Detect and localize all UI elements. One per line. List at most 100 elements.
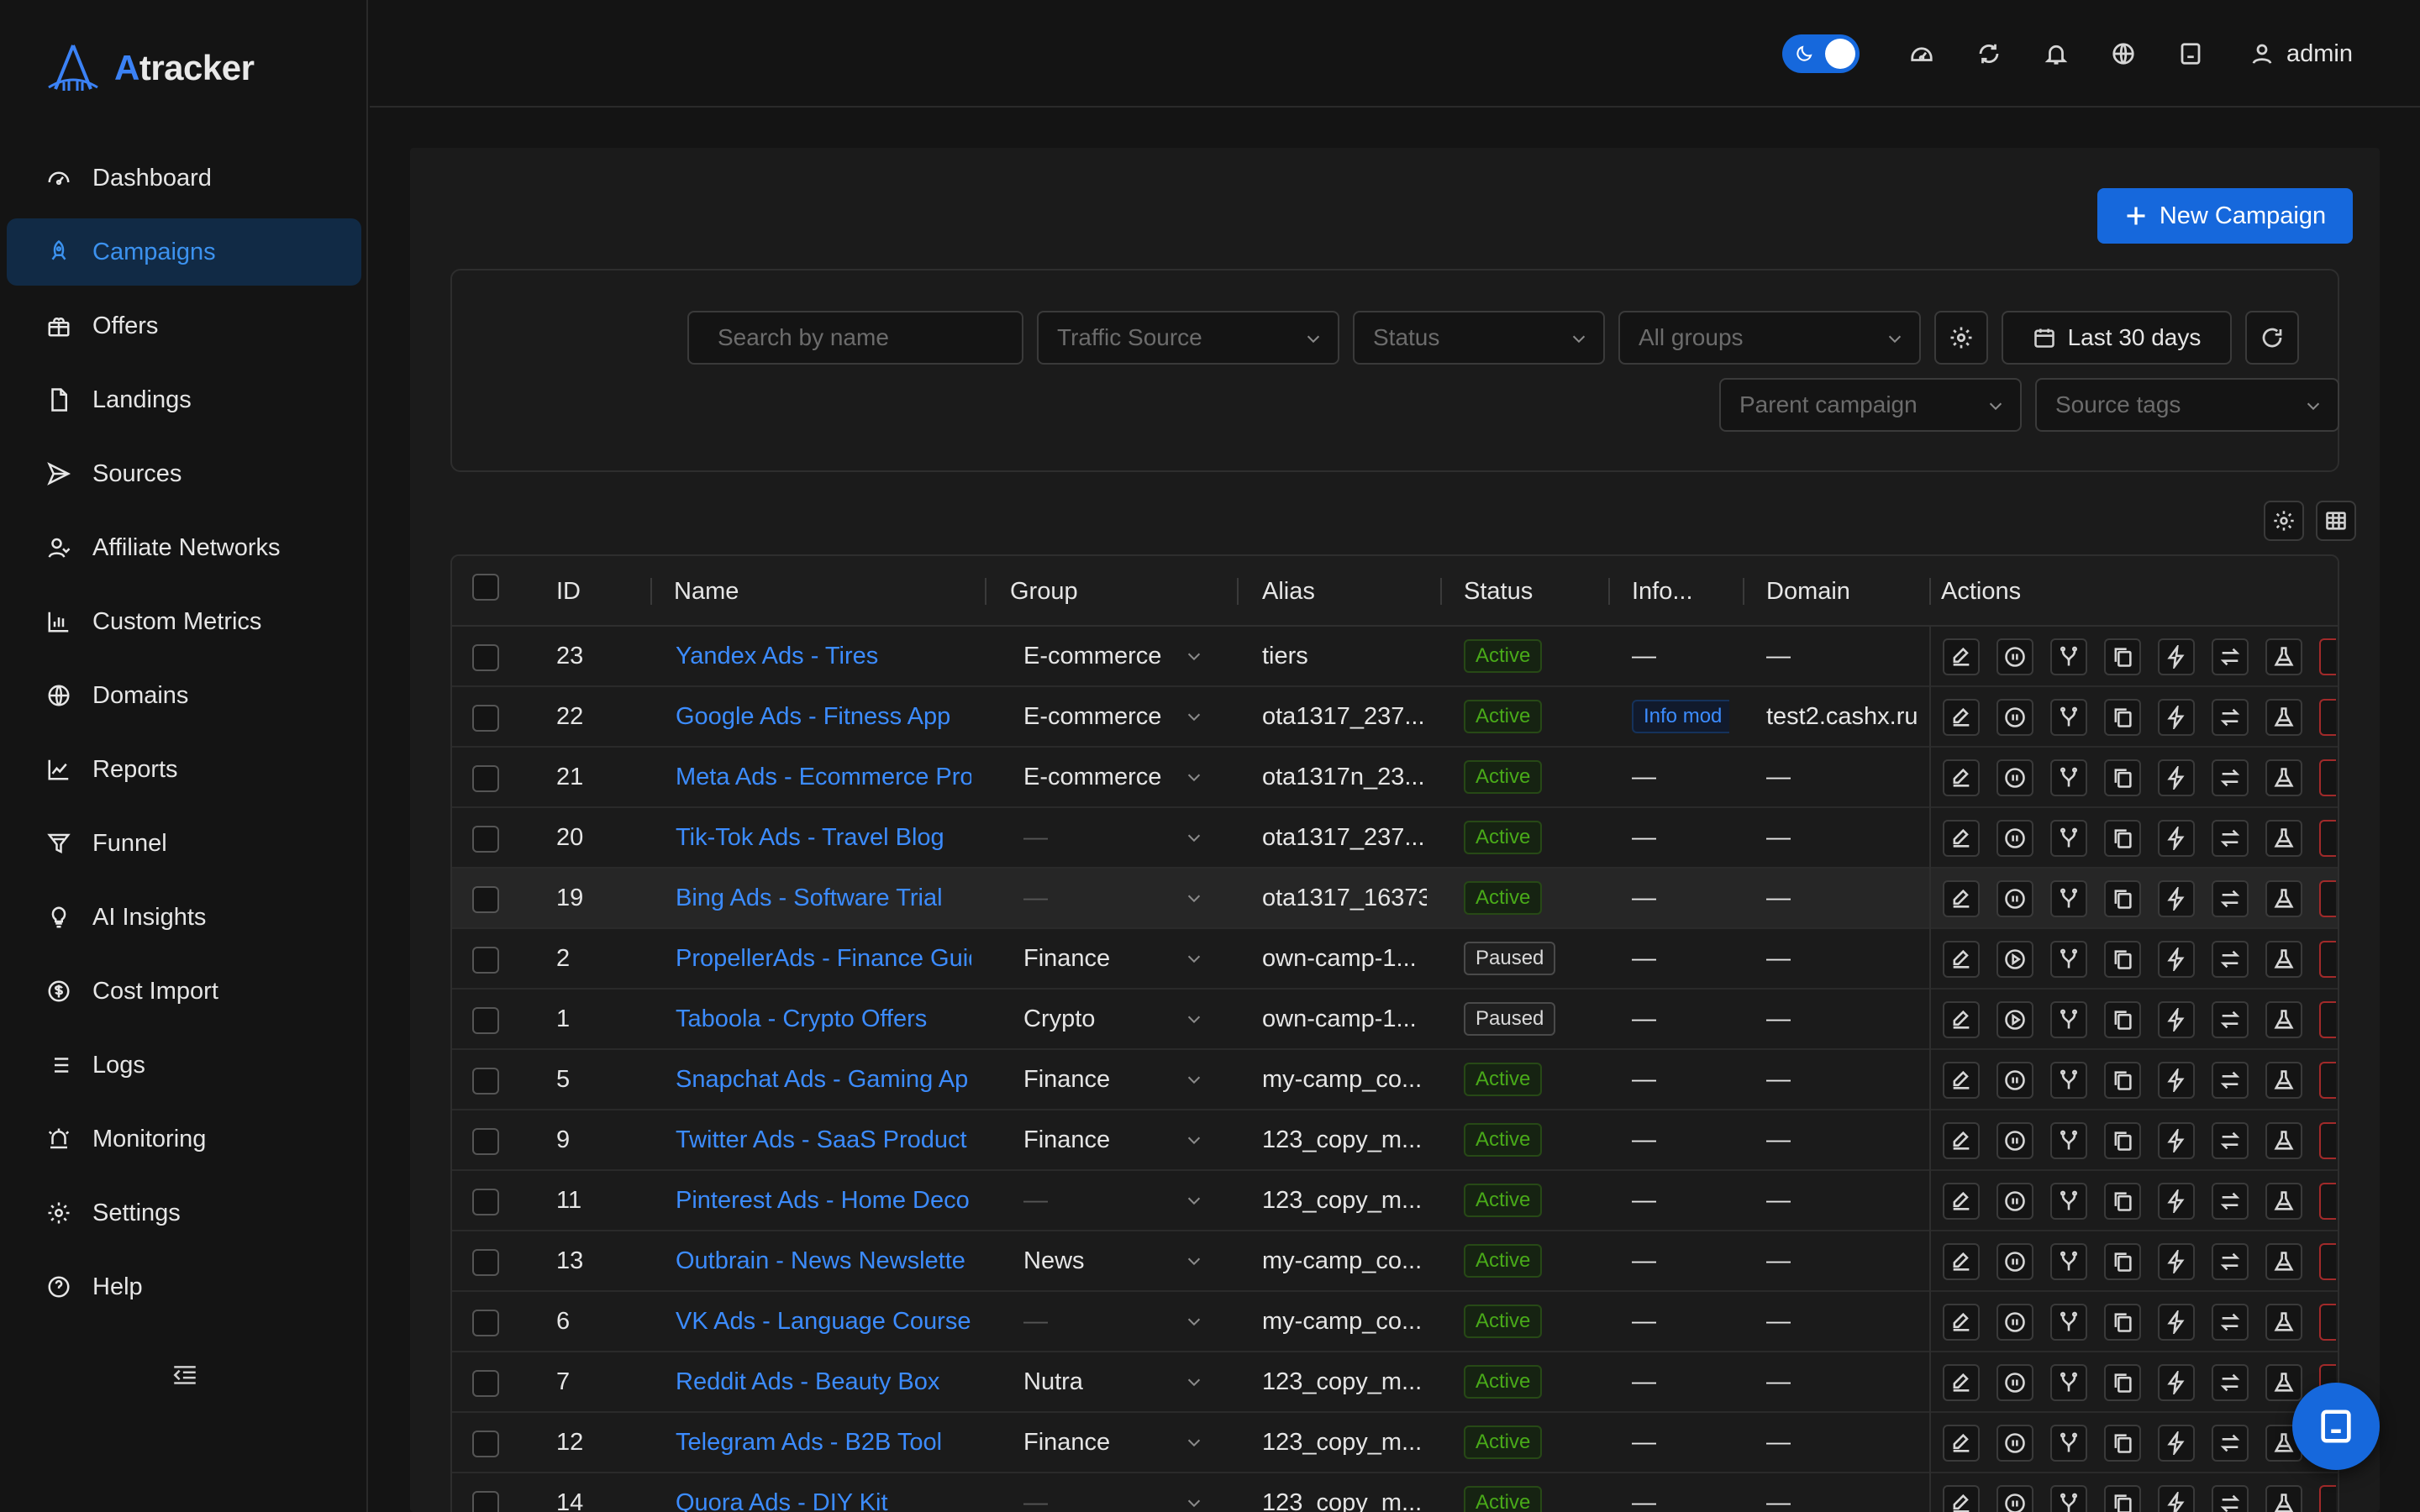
date-range-button[interactable]: Last 30 days: [2002, 311, 2232, 365]
postback-button[interactable]: [2158, 1364, 2195, 1401]
group-select[interactable]: E-commerce: [1023, 687, 1175, 746]
swap-button[interactable]: [2212, 1062, 2249, 1099]
group-select[interactable]: Finance: [1023, 1413, 1175, 1472]
app-logo[interactable]: Atracker: [44, 39, 255, 97]
split-button[interactable]: [2050, 1243, 2087, 1280]
postback-button[interactable]: [2158, 1062, 2195, 1099]
table-row[interactable]: 5 Snapchat Ads - Gaming Ap Finance my-camp_…: [452, 1050, 2338, 1110]
sidebar-item-campaigns[interactable]: Campaigns: [7, 218, 361, 286]
group-select[interactable]: News: [1023, 1231, 1175, 1290]
test-button[interactable]: [2265, 638, 2302, 675]
table-row[interactable]: 9 Twitter Ads - SaaS Product Finance 123_co…: [452, 1110, 2338, 1171]
row-checkbox[interactable]: [472, 1007, 499, 1034]
filter-settings-button[interactable]: [1934, 311, 1988, 365]
copy-button[interactable]: [2104, 1425, 2141, 1462]
row-checkbox[interactable]: [472, 1310, 499, 1336]
delete-button[interactable]: [2319, 1122, 2336, 1159]
row-checkbox[interactable]: [472, 826, 499, 853]
search-field[interactable]: [687, 311, 1023, 365]
edit-button[interactable]: [1943, 1425, 1980, 1462]
campaign-name-link[interactable]: Snapchat Ads - Gaming Ap: [676, 1050, 971, 1109]
dashboard-shortcut-button[interactable]: [1888, 32, 1955, 76]
sidebar-item-reports[interactable]: Reports: [7, 736, 361, 803]
refresh-button[interactable]: [2245, 311, 2299, 365]
postback-button[interactable]: [2158, 759, 2195, 796]
group-select[interactable]: Crypto: [1023, 990, 1175, 1048]
pause-button[interactable]: [1996, 1364, 2033, 1401]
test-button[interactable]: [2265, 880, 2302, 917]
split-button[interactable]: [2050, 1425, 2087, 1462]
col-info[interactable]: Info...: [1632, 556, 1693, 627]
campaign-name-link[interactable]: Google Ads - Fitness App: [676, 687, 971, 746]
columns-button[interactable]: [2316, 501, 2356, 541]
test-button[interactable]: [2265, 699, 2302, 736]
copy-button[interactable]: [2104, 1183, 2141, 1220]
edit-button[interactable]: [1943, 1304, 1980, 1341]
postback-button[interactable]: [2158, 1425, 2195, 1462]
parent-campaign-select[interactable]: Parent campaign: [1719, 378, 2022, 432]
search-input[interactable]: [718, 324, 1003, 351]
pause-button[interactable]: [1996, 1425, 2033, 1462]
swap-button[interactable]: [2212, 1183, 2249, 1220]
postback-button[interactable]: [2158, 1183, 2195, 1220]
swap-button[interactable]: [2212, 820, 2249, 857]
test-button[interactable]: [2265, 1304, 2302, 1341]
sidebar-item-domains[interactable]: Domains: [7, 662, 361, 729]
play-button[interactable]: [1996, 1001, 2033, 1038]
campaign-name-link[interactable]: Telegram Ads - B2B Tool: [676, 1413, 971, 1472]
postback-button[interactable]: [2158, 699, 2195, 736]
sidebar-item-monitoring[interactable]: Monitoring: [7, 1105, 361, 1173]
campaign-name-link[interactable]: PropellerAds - Finance Guid: [676, 929, 971, 988]
table-row[interactable]: 2 PropellerAds - Finance Guid Finance own-c…: [452, 929, 2338, 990]
test-button[interactable]: [2265, 1485, 2302, 1512]
copy-button[interactable]: [2104, 699, 2141, 736]
campaign-name-link[interactable]: Twitter Ads - SaaS Product: [676, 1110, 971, 1169]
group-select[interactable]: —: [1023, 808, 1175, 867]
delete-button[interactable]: [2319, 759, 2336, 796]
col-id[interactable]: ID: [556, 556, 581, 627]
split-button[interactable]: [2050, 820, 2087, 857]
postback-button[interactable]: [2158, 880, 2195, 917]
delete-button[interactable]: [2319, 1485, 2336, 1512]
row-checkbox[interactable]: [472, 886, 499, 913]
col-status[interactable]: Status: [1464, 556, 1533, 627]
copy-button[interactable]: [2104, 941, 2141, 978]
delete-button[interactable]: [2319, 699, 2336, 736]
pause-button[interactable]: [1996, 1243, 2033, 1280]
col-alias[interactable]: Alias: [1262, 556, 1315, 627]
edit-button[interactable]: [1943, 1485, 1980, 1512]
pause-button[interactable]: [1996, 638, 2033, 675]
sync-button[interactable]: [1955, 32, 2023, 76]
split-button[interactable]: [2050, 1062, 2087, 1099]
group-select[interactable]: Finance: [1023, 1110, 1175, 1169]
traffic-source-select[interactable]: Traffic Source: [1037, 311, 1339, 365]
split-button[interactable]: [2050, 699, 2087, 736]
source-tags-select[interactable]: Source tags: [2035, 378, 2339, 432]
copy-button[interactable]: [2104, 759, 2141, 796]
copy-button[interactable]: [2104, 820, 2141, 857]
swap-button[interactable]: [2212, 759, 2249, 796]
row-checkbox[interactable]: [472, 1370, 499, 1397]
sidebar-item-sources[interactable]: Sources: [7, 440, 361, 507]
swap-button[interactable]: [2212, 941, 2249, 978]
swap-button[interactable]: [2212, 699, 2249, 736]
postback-button[interactable]: [2158, 1304, 2195, 1341]
campaign-name-link[interactable]: Yandex Ads - Tires: [676, 627, 971, 685]
swap-button[interactable]: [2212, 1364, 2249, 1401]
pause-button[interactable]: [1996, 1062, 2033, 1099]
sidebar-item-funnel[interactable]: Funnel: [7, 810, 361, 877]
swap-button[interactable]: [2212, 1425, 2249, 1462]
copy-button[interactable]: [2104, 1243, 2141, 1280]
split-button[interactable]: [2050, 759, 2087, 796]
edit-button[interactable]: [1943, 941, 1980, 978]
table-row[interactable]: 12 Telegram Ads - B2B Tool Finance 123_copy…: [452, 1413, 2338, 1473]
split-button[interactable]: [2050, 880, 2087, 917]
group-select[interactable]: E-commerce: [1023, 627, 1175, 685]
user-menu[interactable]: admin: [2249, 40, 2353, 68]
table-row[interactable]: 13 Outbrain - News Newslette News my-camp_c…: [452, 1231, 2338, 1292]
sidebar-item-ai-insights[interactable]: AI Insights: [7, 884, 361, 951]
assistant-fab[interactable]: [2292, 1383, 2380, 1470]
campaign-name-link[interactable]: Outbrain - News Newslette: [676, 1231, 971, 1290]
theme-toggle[interactable]: [1782, 34, 1860, 73]
postback-button[interactable]: [2158, 1122, 2195, 1159]
